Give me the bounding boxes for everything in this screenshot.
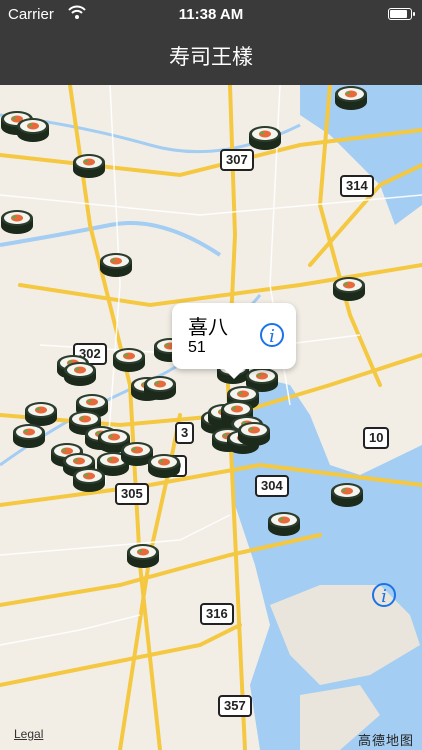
sushi-marker-icon[interactable]: [72, 153, 106, 179]
route-shield: 305: [115, 483, 149, 505]
route-shield: 304: [255, 475, 289, 497]
route-shield: 10: [363, 427, 390, 449]
callout-subtitle: 51: [188, 339, 206, 356]
route-shield: 3: [175, 422, 195, 444]
sushi-marker-icon[interactable]: [267, 511, 301, 537]
status-time: 11:38 AM: [178, 6, 244, 23]
map-view[interactable]: 307 314 302 3 0 10 304 305 316 357 喜八 51…: [0, 85, 422, 750]
sushi-marker-icon[interactable]: [237, 421, 271, 447]
nav-title: 寿司王樣: [169, 46, 253, 69]
sushi-marker-icon[interactable]: [330, 482, 364, 508]
map-brand-label: 高德地图: [357, 733, 414, 748]
sushi-marker-icon[interactable]: [0, 209, 34, 235]
route-shield: 357: [218, 695, 252, 717]
sushi-marker-icon[interactable]: [334, 85, 368, 111]
status-bar: Carrier 11:38 AM: [0, 0, 422, 30]
map-info-button[interactable]: i: [372, 583, 396, 607]
route-shield: 316: [200, 603, 234, 625]
sushi-marker-icon[interactable]: [143, 375, 177, 401]
legal-link[interactable]: Legal: [14, 727, 43, 741]
sushi-marker-icon[interactable]: [332, 276, 366, 302]
sushi-marker-icon[interactable]: [248, 125, 282, 151]
battery-icon: [388, 8, 415, 20]
nav-bar: 寿司王樣: [0, 30, 422, 85]
sushi-marker-icon[interactable]: [72, 467, 106, 493]
sushi-marker-icon[interactable]: [63, 361, 97, 387]
sushi-marker-icon[interactable]: [126, 543, 160, 569]
map-callout[interactable]: 喜八 51 i: [172, 303, 296, 379]
battery-fill: [390, 10, 407, 18]
route-shield: 307: [220, 149, 254, 171]
callout-info-button[interactable]: i: [260, 323, 284, 347]
sushi-marker-icon[interactable]: [112, 347, 146, 373]
callout-title: 喜八: [188, 317, 228, 339]
route-shield: 314: [340, 175, 374, 197]
sushi-marker-icon[interactable]: [12, 423, 46, 449]
sushi-marker-icon[interactable]: [16, 117, 50, 143]
sushi-marker-icon[interactable]: [147, 453, 181, 479]
sushi-marker-icon[interactable]: [99, 252, 133, 278]
